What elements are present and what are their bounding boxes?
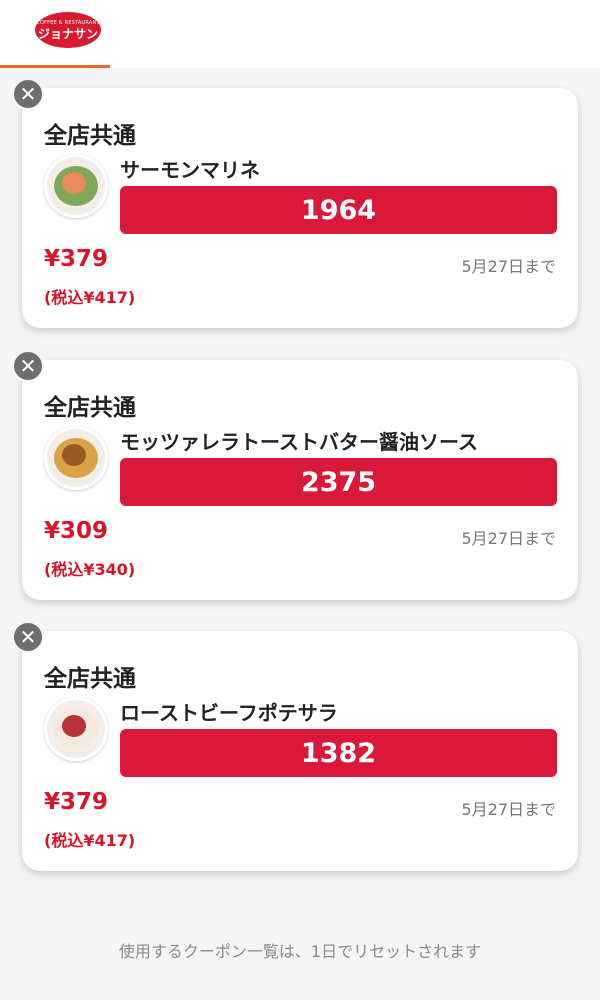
app-header: COFFEE & RESTAURANT ジョナサン bbox=[0, 0, 600, 68]
coupon-card: ✕ 全店共通 ローストビーフポテサラ 1382 ¥379 (税込¥417) 5月… bbox=[12, 621, 578, 871]
brand-logo: COFFEE & RESTAURANT ジョナサン bbox=[35, 12, 101, 48]
close-icon[interactable]: ✕ bbox=[12, 350, 44, 382]
coupon-expiry: 5月27日まで bbox=[461, 529, 556, 548]
coupon-code-button[interactable]: 1382 bbox=[120, 729, 557, 777]
coupon-price: ¥379 bbox=[44, 789, 109, 815]
close-icon[interactable]: ✕ bbox=[12, 621, 44, 653]
logo-subtitle: COFFEE & RESTAURANT bbox=[36, 19, 100, 26]
coupon-price: ¥379 bbox=[44, 246, 109, 272]
roast-beef-icon bbox=[44, 697, 108, 761]
coupon-store-scope: 全店共通 bbox=[44, 123, 136, 149]
coupon-expiry: 5月27日まで bbox=[461, 257, 556, 276]
coupon-code-button[interactable]: 1964 bbox=[120, 186, 557, 234]
coupon-expiry: 5月27日まで bbox=[461, 800, 556, 819]
coupon-price: ¥309 bbox=[44, 518, 109, 544]
toast-icon bbox=[44, 426, 108, 490]
logo-title: ジョナサン bbox=[37, 26, 98, 41]
coupon-price-tax: (税込¥340) bbox=[44, 560, 136, 579]
coupon-code-button[interactable]: 2375 bbox=[120, 458, 557, 506]
coupon-card: ✕ 全店共通 サーモンマリネ 1964 ¥379 (税込¥417) 5月27日ま… bbox=[12, 78, 578, 328]
tab-home[interactable]: COFFEE & RESTAURANT ジョナサン bbox=[0, 0, 110, 68]
coupon-card: ✕ 全店共通 モッツァレラトーストバター醤油ソース 2375 ¥309 (税込¥… bbox=[12, 350, 578, 600]
coupon-item-name: サーモンマリネ bbox=[120, 158, 260, 182]
coupon-price-tax: (税込¥417) bbox=[44, 831, 136, 850]
coupon-item-name: モッツァレラトーストバター醤油ソース bbox=[120, 430, 478, 454]
coupon-store-scope: 全店共通 bbox=[44, 395, 136, 421]
coupon-store-scope: 全店共通 bbox=[44, 666, 136, 692]
salad-icon bbox=[44, 154, 108, 218]
coupon-price-tax: (税込¥417) bbox=[44, 288, 136, 307]
coupon-item-name: ローストビーフポテサラ bbox=[120, 701, 338, 725]
reset-notice: 使用するクーポン一覧は、1日でリセットされます bbox=[118, 942, 482, 961]
close-icon[interactable]: ✕ bbox=[12, 78, 44, 110]
